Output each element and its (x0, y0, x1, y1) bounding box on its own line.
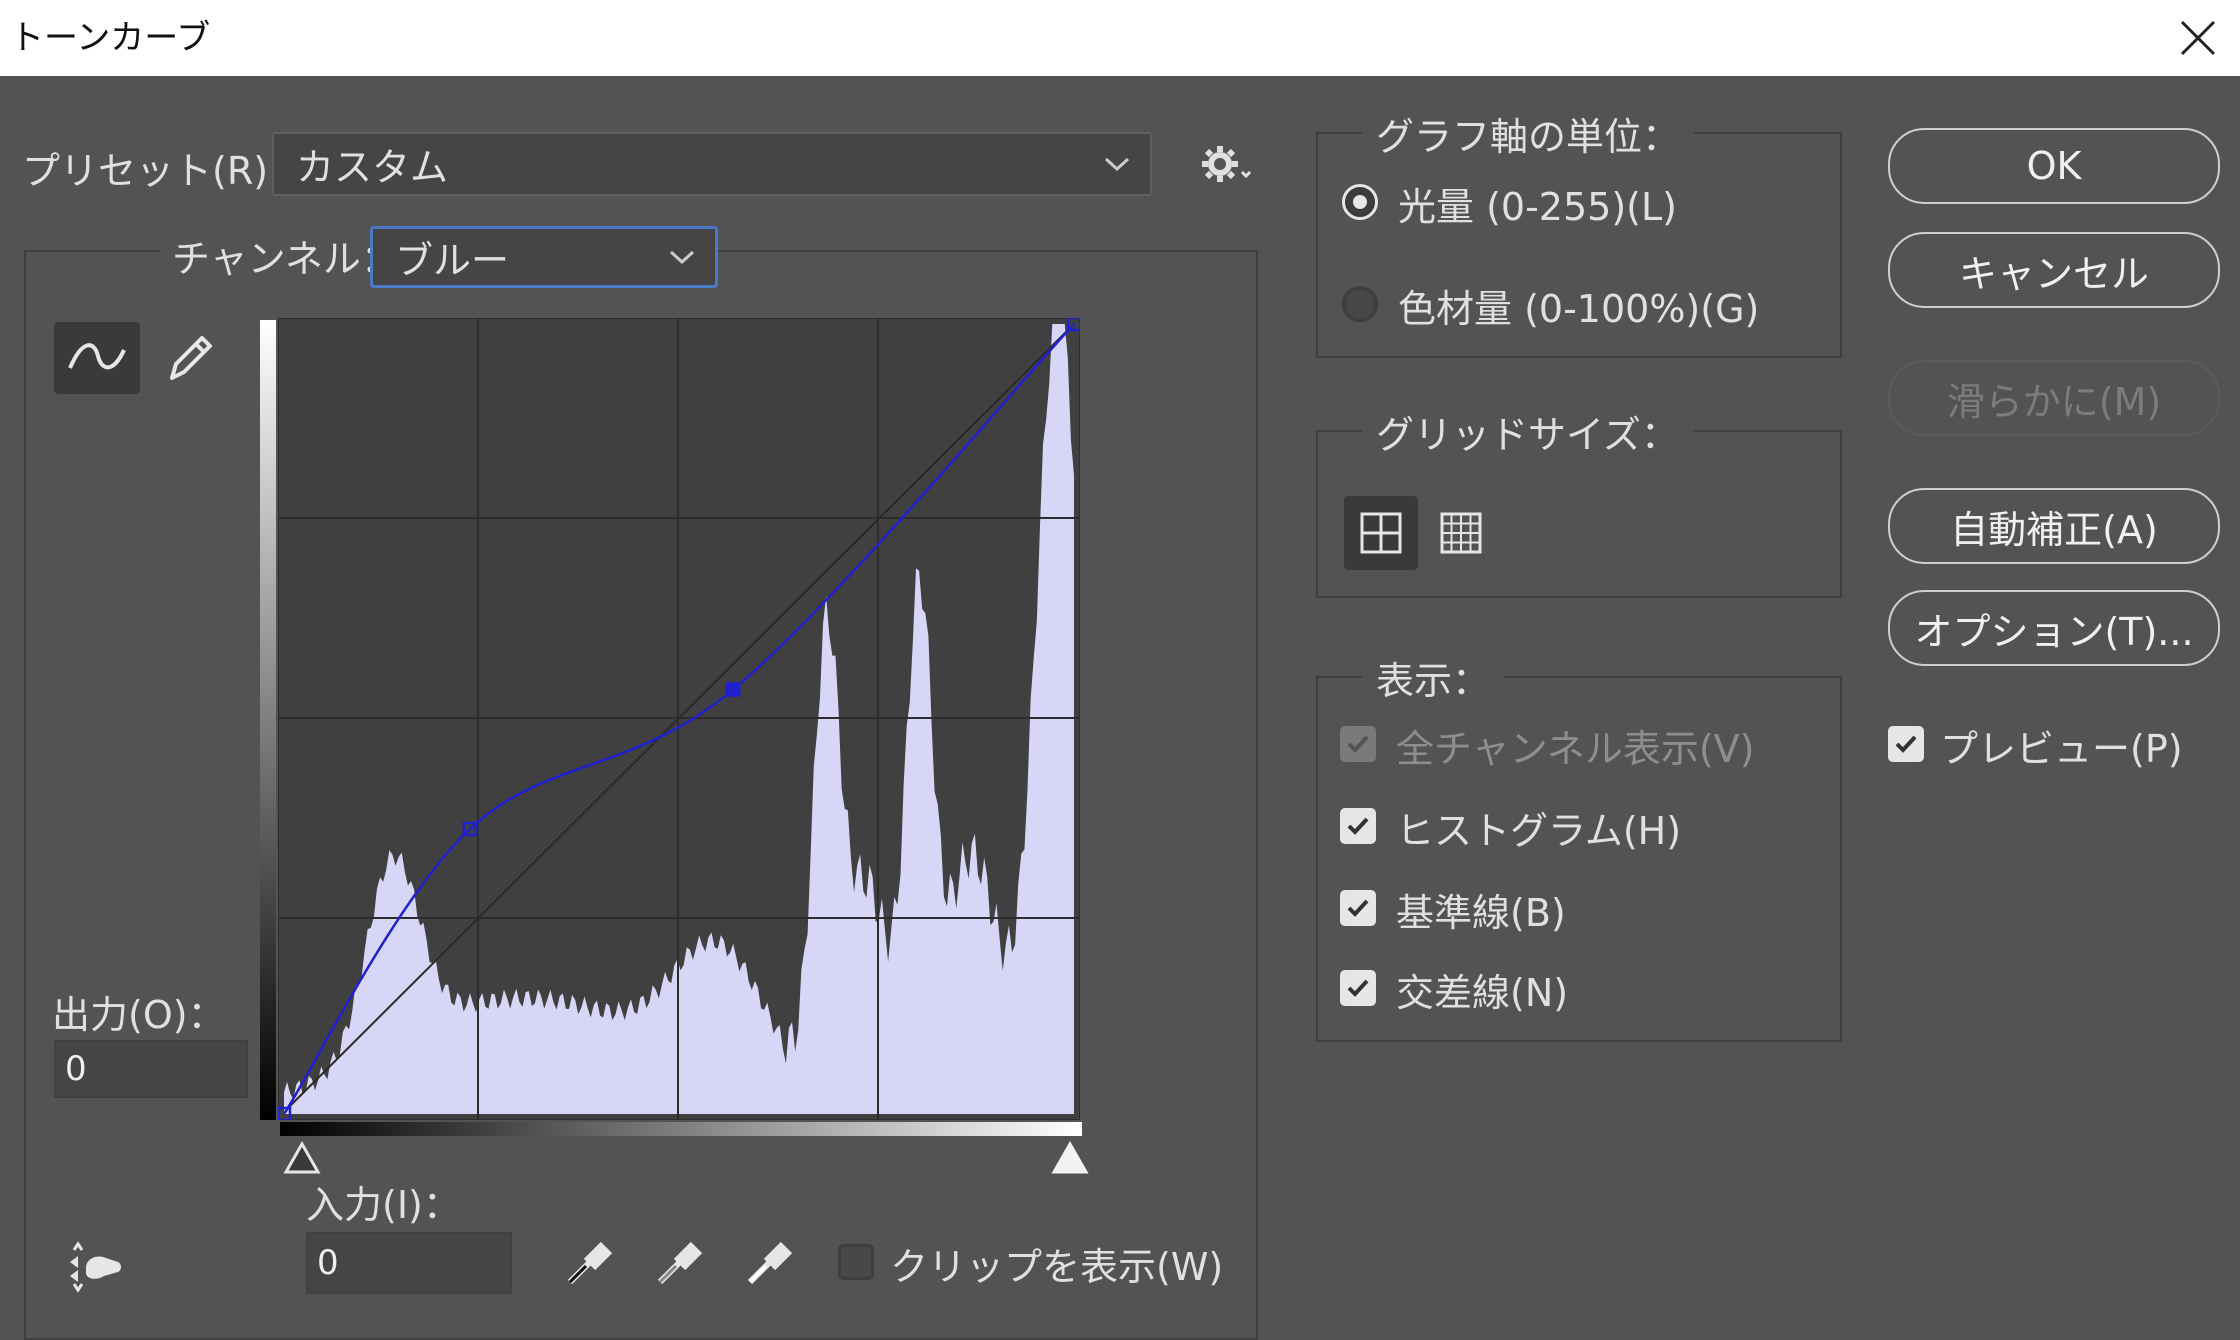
output-label: 出力(O)： (52, 993, 226, 1037)
display-title: 表示： (1362, 650, 1505, 705)
preset-value: カスタム (296, 145, 449, 190)
curve-tool-button[interactable] (54, 322, 140, 394)
grid-size-title: グリッドサイズ： (1362, 404, 1693, 459)
preset-dropdown[interactable]: カスタム (272, 132, 1152, 196)
grid-detailed-icon[interactable] (1424, 496, 1498, 570)
baseline-label: 基準線(B) (1396, 891, 1566, 935)
input-value: 0 (317, 1243, 339, 1283)
black-point-slider[interactable] (282, 1140, 322, 1176)
input-field[interactable]: 0 (306, 1232, 512, 1294)
eyedropper-white-icon[interactable] (740, 1236, 796, 1292)
options-button[interactable]: オプション(T)... (1888, 590, 2220, 666)
radio-pigment-label: 色材量 (0-100%)(G) (1398, 287, 1760, 331)
title-bar: トーンカーブ (0, 0, 2240, 76)
radio-light[interactable] (1342, 184, 1378, 220)
intersection-checkbox[interactable] (1340, 970, 1376, 1006)
all-channels-label: 全チャンネル表示(V) (1396, 727, 1755, 771)
clip-checkbox[interactable] (838, 1244, 874, 1280)
eyedropper-gray-icon[interactable] (650, 1236, 706, 1292)
ok-button[interactable]: OK (1888, 128, 2220, 204)
graph-units-title: グラフ軸の単位： (1362, 106, 1695, 161)
output-field[interactable]: 0 (54, 1040, 248, 1098)
gear-icon[interactable] (1200, 142, 1256, 190)
curve-point-icon (68, 343, 126, 370)
chevron-down-icon (1104, 157, 1130, 172)
window-title: トーンカーブ (10, 18, 211, 58)
baseline-checkbox[interactable] (1340, 890, 1376, 926)
clip-label: クリップを表示(W) (890, 1245, 1224, 1289)
close-icon[interactable] (2168, 8, 2228, 68)
preview-label: プレビュー(P) (1940, 727, 2183, 771)
hand-target-icon[interactable] (64, 1240, 128, 1296)
intersection-label: 交差線(N) (1396, 971, 1569, 1015)
preview-checkbox[interactable] (1888, 726, 1924, 762)
cancel-button[interactable]: キャンセル (1888, 232, 2220, 308)
all-channels-checkbox (1340, 726, 1376, 762)
histogram-label: ヒストグラム(H) (1396, 809, 1682, 853)
auto-button[interactable]: 自動補正(A) (1888, 488, 2220, 564)
grid-simple-button[interactable] (1344, 496, 1418, 570)
grid-4-icon (1360, 512, 1402, 554)
input-label: 入力(I)： (306, 1183, 461, 1227)
channel-dropdown[interactable]: ブルー (370, 226, 718, 288)
preset-label: プリセット(R)： (22, 149, 307, 193)
output-value: 0 (65, 1049, 87, 1089)
curve-graph[interactable] (276, 316, 1082, 1122)
radio-light-label: 光量 (0-255)(L) (1398, 185, 1677, 229)
input-gradient (280, 1122, 1082, 1136)
smooth-button: 滑らかに(M) (1888, 360, 2220, 436)
output-gradient (260, 320, 276, 1120)
chevron-down-icon (669, 250, 695, 265)
radio-pigment[interactable] (1342, 286, 1378, 322)
white-point-slider[interactable] (1050, 1140, 1090, 1176)
curve-control-point[interactable] (725, 682, 741, 697)
pencil-icon[interactable] (160, 326, 220, 390)
histogram-checkbox[interactable] (1340, 808, 1376, 844)
eyedropper-black-icon[interactable] (560, 1236, 616, 1292)
channel-value: ブルー (395, 238, 510, 283)
